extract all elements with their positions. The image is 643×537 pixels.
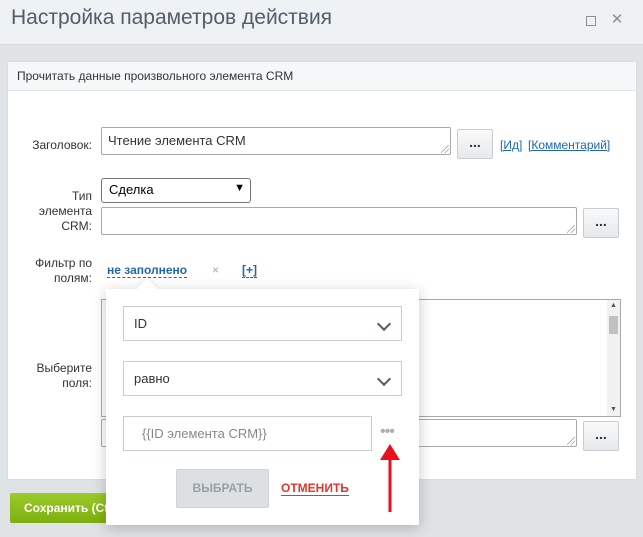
add-filter-link[interactable]: [+] (242, 263, 257, 278)
red-arrow-icon (380, 444, 400, 512)
type-text-field[interactable] (101, 207, 577, 235)
filter-value-link[interactable]: не заполнено (107, 263, 188, 278)
type-label: Тип элемента CRM: (8, 189, 92, 234)
chevron-down-icon (376, 371, 392, 387)
remove-filter-icon[interactable]: × (212, 263, 219, 277)
field-select-value: ID (134, 316, 147, 331)
resize-grip-icon[interactable] (567, 225, 575, 233)
type-label-line: CRM: (61, 219, 92, 233)
fields-dots-button[interactable]: ... (583, 421, 619, 451)
type-select[interactable]: Сделка ▼ (101, 178, 251, 203)
title-label: Заголовок: (32, 138, 92, 152)
title-bar: Настройка параметров действия ✕ (0, 0, 643, 45)
title-dots-button[interactable]: ... (457, 129, 493, 159)
type-dots-button[interactable]: ... (583, 208, 619, 238)
type-select-value: Сделка (109, 182, 154, 197)
field-select[interactable]: ID (123, 306, 402, 341)
resize-grip-icon[interactable] (441, 145, 449, 153)
title-field[interactable]: Чтение элемента CRM (101, 127, 451, 155)
resize-grip-icon[interactable] (567, 437, 575, 445)
chevron-down-icon: ▼ (234, 182, 245, 194)
scroll-up-icon[interactable]: ▲ (607, 300, 620, 312)
value-input-placeholder: {{ID элемента CRM}} (142, 426, 267, 441)
filter-label-line: Фильтр по (35, 256, 92, 270)
scroll-down-icon[interactable]: ▼ (607, 404, 620, 416)
chevron-down-icon (376, 316, 392, 332)
fields-label-line: поля: (62, 376, 92, 390)
filter-label: Фильтр по полям: (8, 256, 92, 286)
value-input[interactable]: {{ID элемента CRM}} (123, 416, 372, 451)
listbox-scrollbar[interactable]: ▲ ▼ (607, 300, 620, 416)
close-icon[interactable]: ✕ (610, 12, 624, 27)
type-label-line: Тип (71, 189, 92, 203)
scroll-thumb[interactable] (609, 316, 618, 334)
operator-select-value: равно (134, 371, 170, 386)
comment-link[interactable]: [Комментарий] (528, 138, 610, 152)
more-options-icon[interactable]: ••• (380, 424, 395, 440)
panel-header: Прочитать данные произвольного элемента … (8, 62, 636, 91)
choose-button[interactable]: ВЫБРАТЬ (176, 469, 269, 508)
type-label-line: элемента (38, 204, 92, 218)
filter-popup: ID равно {{ID элемента CRM}} ••• ВЫБРАТЬ… (106, 278, 419, 525)
fields-label: Выберите поля: (8, 361, 92, 391)
filter-label-line: полям: (54, 271, 92, 285)
maximize-icon[interactable] (584, 13, 598, 27)
operator-select[interactable]: равно (123, 361, 402, 396)
cancel-button[interactable]: ОТМЕНИТЬ (281, 482, 349, 496)
fields-label-line: Выберите (36, 361, 92, 375)
title-field-value: Чтение элемента CRM (108, 133, 246, 148)
id-link[interactable]: [Ид] (500, 138, 522, 152)
window-title: Настройка параметров действия (11, 6, 333, 29)
